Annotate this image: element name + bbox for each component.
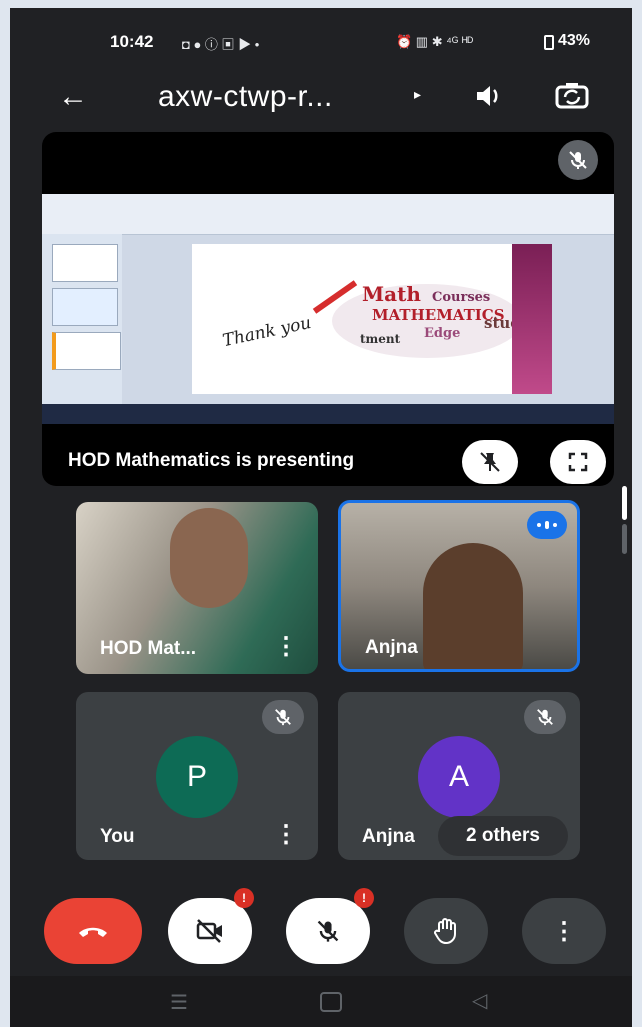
home-icon[interactable] [320,992,342,1012]
mic-off-icon [558,140,598,180]
scrollbar-thumb[interactable] [622,486,627,520]
avatar-initial: A [448,760,469,793]
camera-alert-badge: ! [234,888,254,908]
more-options-button[interactable]: ⋮ [522,898,606,964]
raise-hand-button[interactable] [404,898,488,964]
phone-hangup-icon [79,927,107,937]
participant-avatar-tile[interactable]: A Anjna 2 others [338,692,580,860]
presentation-tile[interactable]: Thank you Math MATHEMATICS Courses study… [42,132,614,486]
participant-video [423,543,523,669]
back-nav-icon[interactable]: ◁ [472,988,487,1013]
taskbar [42,404,614,424]
scrollbar-track[interactable] [622,524,627,554]
unpin-button[interactable] [462,440,518,484]
fullscreen-button[interactable] [550,440,606,484]
speaking-indicator-icon [527,511,567,539]
meeting-code-title[interactable]: axw-ctwp-r... [158,80,333,114]
shared-screen: Thank you Math MATHEMATICS Courses study… [42,194,614,424]
slide-thumbnail [52,244,118,282]
videocam-off-icon [196,919,222,943]
back-arrow-icon[interactable]: ← [58,80,88,114]
mic-off-icon [524,700,566,734]
avatar: P [156,736,238,818]
avatar: A [418,736,500,818]
presenting-caption: HOD Mathematics is presenting [68,450,355,471]
participant-name: HOD Mat... [100,638,197,659]
more-vert-icon: ⋮ [552,917,576,945]
more-vert-icon[interactable]: ⋮ [274,632,298,661]
others-count: 2 others [466,825,540,846]
participant-video-tile[interactable]: Anjna [338,500,580,672]
recents-icon[interactable]: ☰ [170,990,188,1015]
mic-off-icon [262,700,304,734]
app-ribbon [42,194,614,235]
fullscreen-icon [568,452,588,472]
camera-toggle-button[interactable] [168,898,252,964]
mic-off-icon [317,920,339,942]
mic-toggle-button[interactable] [286,898,370,964]
word-cloud-word: Math [362,282,421,306]
current-slide: Thank you Math MATHEMATICS Courses study… [192,244,552,394]
caret-right-icon[interactable]: ▸ [414,86,421,103]
participant-name: Anjna [365,637,418,658]
slide-thumbnail [52,288,118,326]
slide-thumbnails [42,234,122,404]
participant-avatar-tile[interactable]: P You ⋮ [76,692,318,860]
others-count-badge[interactable]: 2 others [438,816,568,856]
battery-icon [544,35,554,50]
participant-name: You [100,826,135,847]
word-cloud-word: Edge [424,326,461,341]
system-nav-bar: ☰ ◁ [10,976,632,1027]
notification-icons: ◘ ● ⓘ ▣ ▶ • [182,37,260,52]
mic-alert-badge: ! [354,888,374,908]
word-cloud-word: Courses [432,290,491,305]
status-time: 10:42 [110,32,154,51]
phone-screen: 10:42 ◘ ● ⓘ ▣ ▶ • ⏰ ▥ ✱ ⁴ᴳ ᴴᴰ 43% ← axw-… [10,8,632,1027]
slide-thumbnail [52,332,121,370]
more-vert-icon[interactable]: ⋮ [274,820,298,849]
pin-off-icon [480,452,500,472]
slide-accent-bar [512,244,552,394]
battery-level: 43% [558,32,591,49]
switch-camera-icon[interactable] [554,78,590,114]
end-call-button[interactable] [44,898,142,964]
participant-video-tile[interactable]: HOD Mat... ⋮ [76,502,318,674]
slide-handwriting: Thank you [220,312,313,352]
word-cloud-word: tment [360,332,401,346]
avatar-initial: P [186,760,207,793]
status-bar: 10:42 ◘ ● ⓘ ▣ ▶ • ⏰ ▥ ✱ ⁴ᴳ ᴴᴰ 43% [10,8,632,78]
participant-video [170,508,248,608]
participant-name: Anjna [362,826,415,847]
raise-hand-icon [434,918,456,945]
speaker-icon[interactable] [474,82,504,117]
system-status-icons: ⏰ ▥ ✱ ⁴ᴳ ᴴᴰ [396,34,474,49]
